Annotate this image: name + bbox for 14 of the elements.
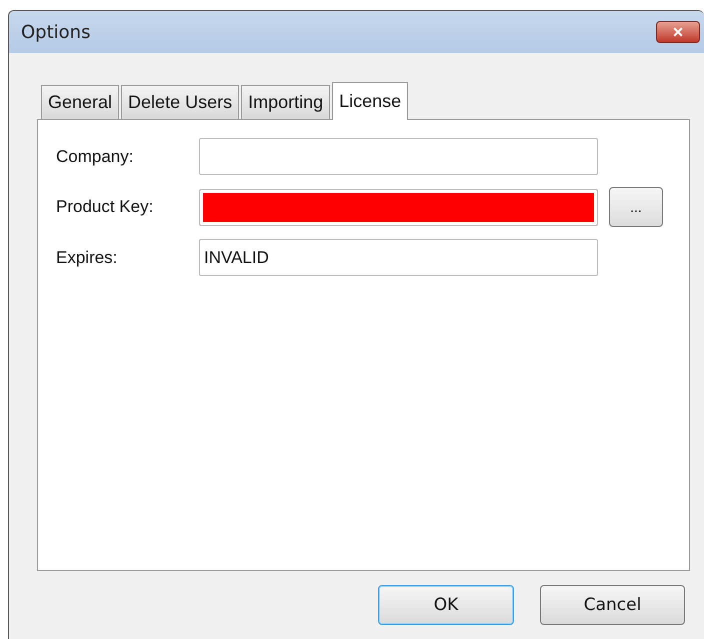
field-label: Company: <box>56 146 134 166</box>
field-label: Expires: <box>56 248 118 268</box>
input-field[interactable] <box>199 138 598 175</box>
tab[interactable]: License <box>332 82 408 120</box>
dialog-button[interactable]: OK <box>378 585 514 625</box>
browse-button[interactable]: ... <box>609 187 663 227</box>
window-title: Options <box>21 22 90 42</box>
input-field[interactable]: INVALID <box>199 239 598 276</box>
input-field[interactable] <box>199 188 598 226</box>
tab[interactable]: Importing <box>241 85 330 119</box>
tab[interactable]: Delete Users <box>121 85 240 119</box>
dialog-button[interactable]: Cancel <box>540 585 685 625</box>
field-label: Product Key: <box>56 197 154 217</box>
tab[interactable]: General <box>41 85 120 119</box>
